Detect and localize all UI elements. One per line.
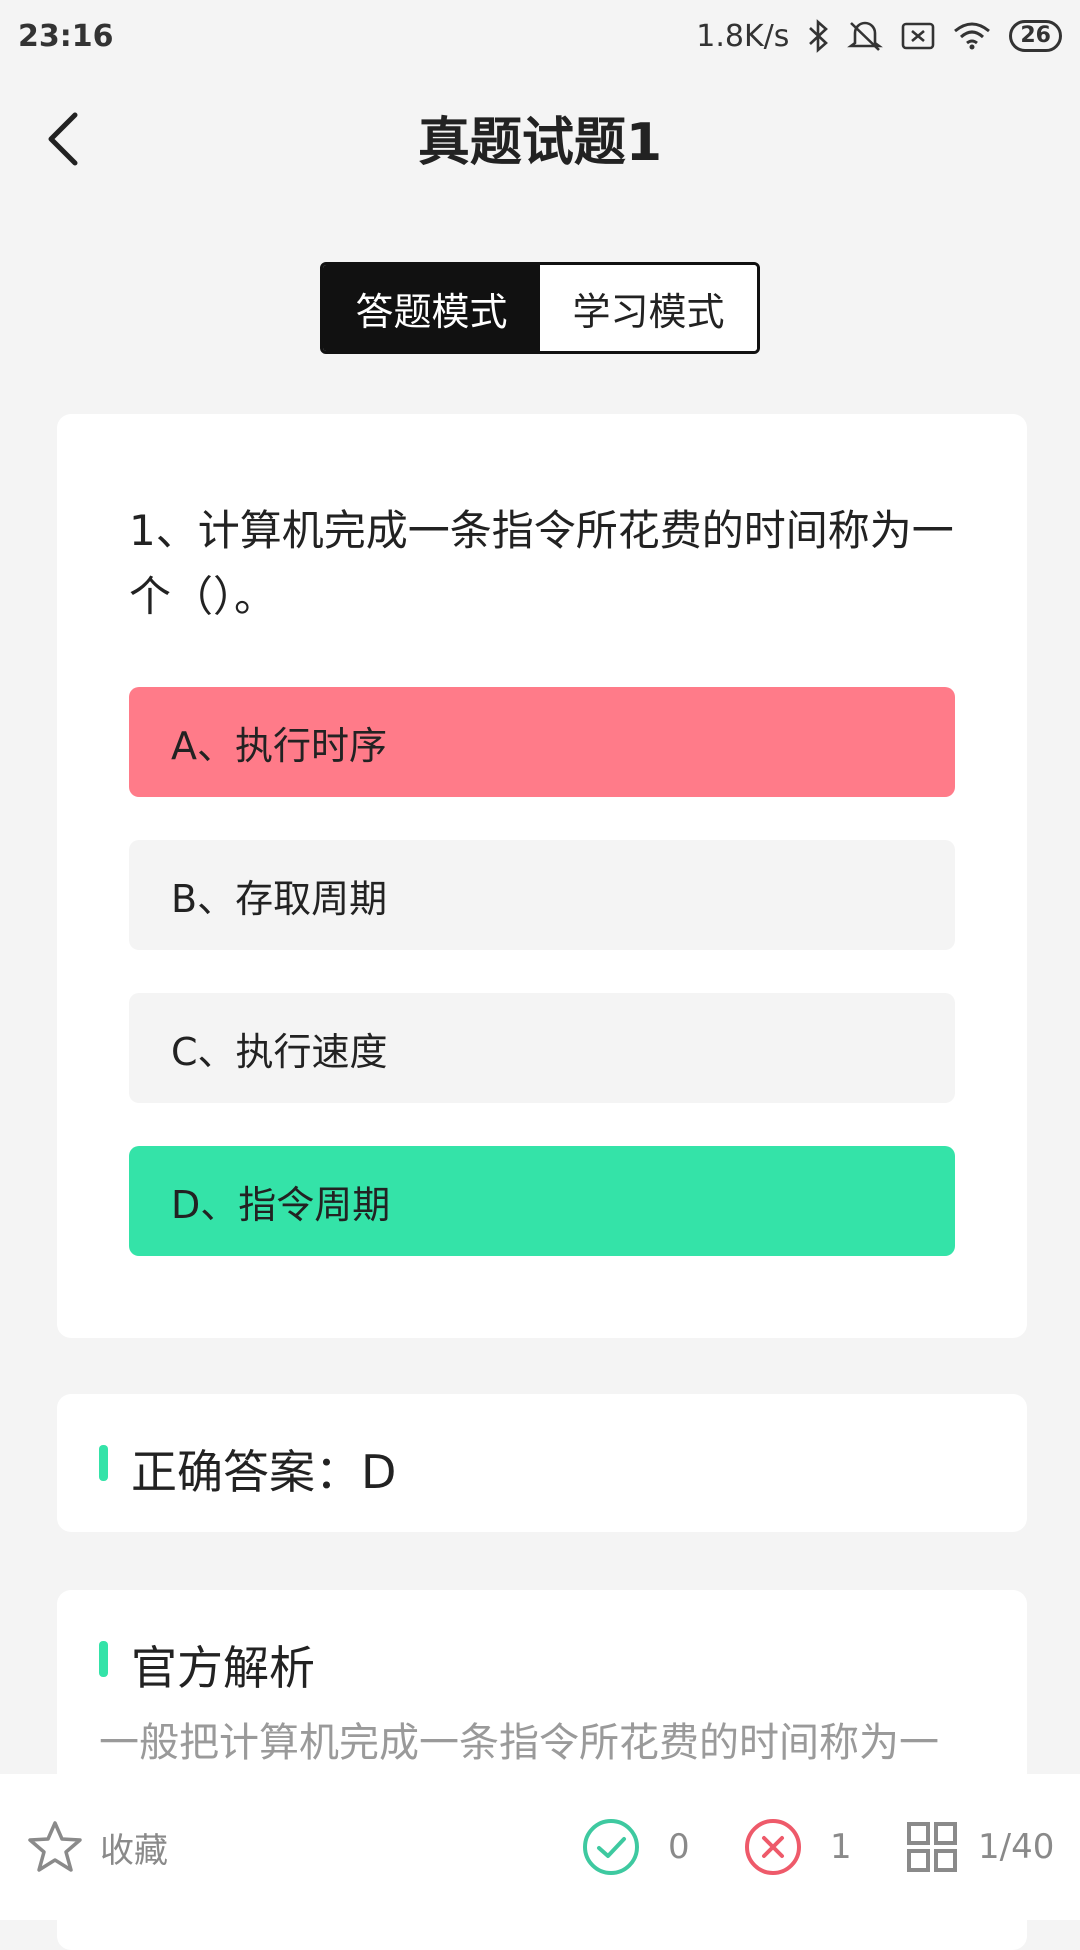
back-chevron-icon [48, 112, 78, 166]
favorite-label: 收藏 [100, 1830, 168, 1871]
answer-accent-bar [99, 1445, 108, 1481]
question-card: 1、计算机完成一条指令所花费的时间称为一个（）。 A、执行时序 B、存取周期 C… [57, 414, 1027, 1338]
option-d[interactable]: D、指令周期 [129, 1146, 955, 1256]
star-icon [28, 1821, 82, 1872]
analysis-text: 一般把计算机完成一条指令所花费的时间称为一 [99, 1720, 939, 1766]
wrong-count-value: 1 [830, 1827, 852, 1867]
correct-count-value: 0 [668, 1827, 690, 1867]
progress-label: 1/40 [978, 1827, 1055, 1867]
mute-icon [847, 19, 884, 53]
answer-card: 正确答案：D [57, 1394, 1027, 1532]
question-grid-button[interactable]: 1/40 [906, 1821, 1054, 1873]
page-title: 真题试题1 [417, 112, 663, 173]
status-icons: 1.8K/s 26 [696, 19, 1062, 54]
header: 真题试题1 [0, 72, 1080, 202]
study-mode-tab[interactable]: 学习模式 [540, 265, 757, 351]
wrong-count[interactable]: 1 [744, 1818, 852, 1876]
x-circle-icon [745, 1819, 801, 1875]
back-button[interactable] [28, 104, 98, 174]
sim-icon [901, 21, 935, 51]
check-circle-icon [583, 1819, 639, 1875]
net-speed: 1.8K/s [696, 18, 790, 54]
mode-toggle: 答题模式 学习模式 [320, 262, 760, 354]
grid-icon [907, 1822, 957, 1872]
bottom-bar: 收藏 0 1 1/40 [0, 1774, 1080, 1920]
answer-mode-tab[interactable]: 答题模式 [323, 265, 540, 351]
battery-icon: 26 [1009, 20, 1062, 52]
option-c[interactable]: C、执行速度 [129, 993, 955, 1103]
favorite-button[interactable]: 收藏 [26, 1819, 168, 1875]
question-text: 1、计算机完成一条指令所花费的时间称为一个（）。 [129, 506, 954, 621]
option-a[interactable]: A、执行时序 [129, 687, 955, 797]
wifi-icon [953, 21, 991, 51]
correct-count[interactable]: 0 [582, 1818, 690, 1876]
correct-answer-label: 正确答案：D [131, 1445, 397, 1499]
analysis-title: 官方解析 [131, 1641, 315, 1695]
option-b[interactable]: B、存取周期 [129, 840, 955, 950]
status-time: 23:16 [18, 18, 114, 54]
status-bar: 23:16 1.8K/s 26 [0, 0, 1080, 72]
bluetooth-icon [807, 19, 829, 53]
analysis-accent-bar [99, 1641, 108, 1677]
